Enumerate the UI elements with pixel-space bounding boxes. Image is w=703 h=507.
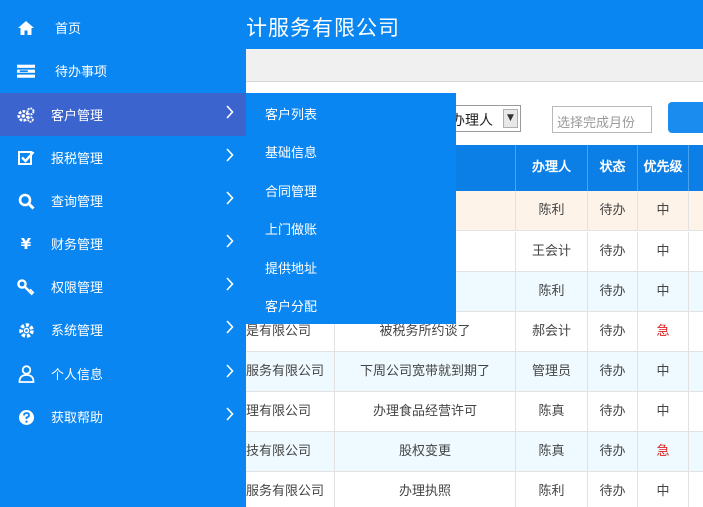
sidebar-item-label: 系统管理 (51, 324, 104, 339)
user-icon (17, 365, 35, 383)
sidebar-item-label: 获取帮助 (51, 411, 104, 426)
header-priority: 优先级 (638, 145, 689, 191)
sidebar-item-customers[interactable]: 客户管理 (0, 93, 246, 136)
gears-icon (17, 106, 35, 124)
cell-priority: 中 (638, 392, 689, 432)
chevron-right-icon (226, 148, 236, 166)
sidebar-item-label: 查询管理 (51, 195, 104, 210)
search-button[interactable] (668, 102, 703, 133)
submenu-item-contracts[interactable]: 合同管理 (246, 170, 456, 208)
cell-assignee: 陈真 (516, 432, 588, 472)
cell-priority: 中 (638, 472, 689, 507)
cell-task: 股权变更 (335, 432, 516, 472)
sidebar-item-tax[interactable]: 报税管理 (0, 136, 246, 179)
cell-status: 待办 (588, 352, 638, 392)
chevron-right-icon (226, 105, 236, 123)
sidebar-item-help[interactable]: 获取帮助 (0, 395, 246, 438)
key-icon (17, 278, 35, 296)
sidebar: 首页 待办事项 客户管理 报税管理 查询管理 ¥ 财务管理 权限管理 系统管理 … (0, 0, 246, 507)
submenu-item-onsite-bookkeeping[interactable]: 上门做账 (246, 208, 456, 246)
home-icon (17, 19, 35, 37)
chevron-right-icon (226, 234, 236, 252)
submenu-item-label: 合同管理 (265, 185, 318, 200)
submenu-item-label: 上门做账 (265, 223, 318, 238)
cell-assignee: 郝会计 (516, 312, 588, 352)
header-assignee: 办理人 (516, 145, 588, 191)
submenu-item-basic-info[interactable]: 基础信息 (246, 131, 456, 169)
assignee-select-value: 办理人 (451, 113, 493, 129)
search-icon (17, 192, 35, 210)
cell-priority: 中 (638, 272, 689, 312)
cell-assignee: 管理员 (516, 352, 588, 392)
sidebar-item-home[interactable]: 首页 (0, 6, 246, 49)
submenu-item-address[interactable]: 提供地址 (246, 247, 456, 285)
cell-priority: 急 (638, 312, 689, 352)
company-title: 计服务有限公司 (246, 16, 400, 40)
check-square-icon (17, 149, 35, 167)
sidebar-item-label: 财务管理 (51, 238, 104, 253)
cell-task: 办理食品经营许可 (335, 392, 516, 432)
cell-assignee: 陈利 (516, 191, 588, 231)
submenu-item-label: 客户列表 (265, 108, 318, 123)
chevron-right-icon (226, 320, 236, 338)
cell-priority: 中 (638, 191, 689, 231)
cell-status: 待办 (588, 432, 638, 472)
gear-icon (17, 321, 35, 339)
sidebar-item-label: 权限管理 (51, 281, 104, 296)
submenu-item-label: 基础信息 (265, 146, 318, 161)
month-input[interactable]: 选择完成月份 (552, 106, 652, 133)
chevron-right-icon (226, 191, 236, 209)
cell-assignee: 王会计 (516, 232, 588, 272)
cell-status: 待办 (588, 312, 638, 352)
chevron-right-icon (226, 277, 236, 295)
submenu-item-label: 客户分配 (265, 300, 318, 315)
sidebar-item-query[interactable]: 查询管理 (0, 179, 246, 222)
yen-icon: ¥ (20, 235, 32, 253)
assignee-select[interactable]: 办理人 ▼ (446, 105, 521, 132)
sidebar-item-label: 客户管理 (51, 109, 104, 124)
sidebar-item-todo[interactable]: 待办事项 (0, 49, 246, 92)
sidebar-item-finance[interactable]: ¥ 财务管理 (0, 222, 246, 265)
sidebar-item-label: 待办事项 (55, 65, 108, 80)
cell-task: 办理执照 (335, 472, 516, 507)
cell-status: 待办 (588, 191, 638, 231)
chevron-down-icon[interactable]: ▼ (503, 109, 518, 128)
chevron-right-icon (226, 407, 236, 425)
sidebar-item-label: 首页 (55, 22, 82, 37)
cell-priority: 中 (638, 232, 689, 272)
cell-priority: 急 (638, 432, 689, 472)
submenu-item-customer-list[interactable]: 客户列表 (246, 93, 456, 131)
submenu-item-assignment[interactable]: 客户分配 (246, 285, 456, 323)
sidebar-item-profile[interactable]: 个人信息 (0, 352, 246, 395)
cell-status: 待办 (588, 232, 638, 272)
cell-assignee: 陈真 (516, 392, 588, 432)
submenu-item-label: 提供地址 (265, 262, 318, 277)
sidebar-item-label: 报税管理 (51, 152, 104, 167)
cell-status: 待办 (588, 392, 638, 432)
list-icon (17, 62, 35, 80)
cell-task: 下周公司宽带就到期了 (335, 352, 516, 392)
sidebar-item-label: 个人信息 (51, 368, 104, 383)
sidebar-item-permissions[interactable]: 权限管理 (0, 265, 246, 308)
cell-priority: 中 (638, 352, 689, 392)
cell-assignee: 陈利 (516, 472, 588, 507)
cell-status: 待办 (588, 272, 638, 312)
help-icon (17, 408, 35, 426)
customer-submenu: 客户列表 基础信息 合同管理 上门做账 提供地址 客户分配 (246, 93, 456, 324)
cell-assignee: 陈利 (516, 272, 588, 312)
header-status: 状态 (588, 145, 638, 191)
cell-status: 待办 (588, 472, 638, 507)
chevron-right-icon (226, 364, 236, 382)
sidebar-item-system[interactable]: 系统管理 (0, 308, 246, 351)
